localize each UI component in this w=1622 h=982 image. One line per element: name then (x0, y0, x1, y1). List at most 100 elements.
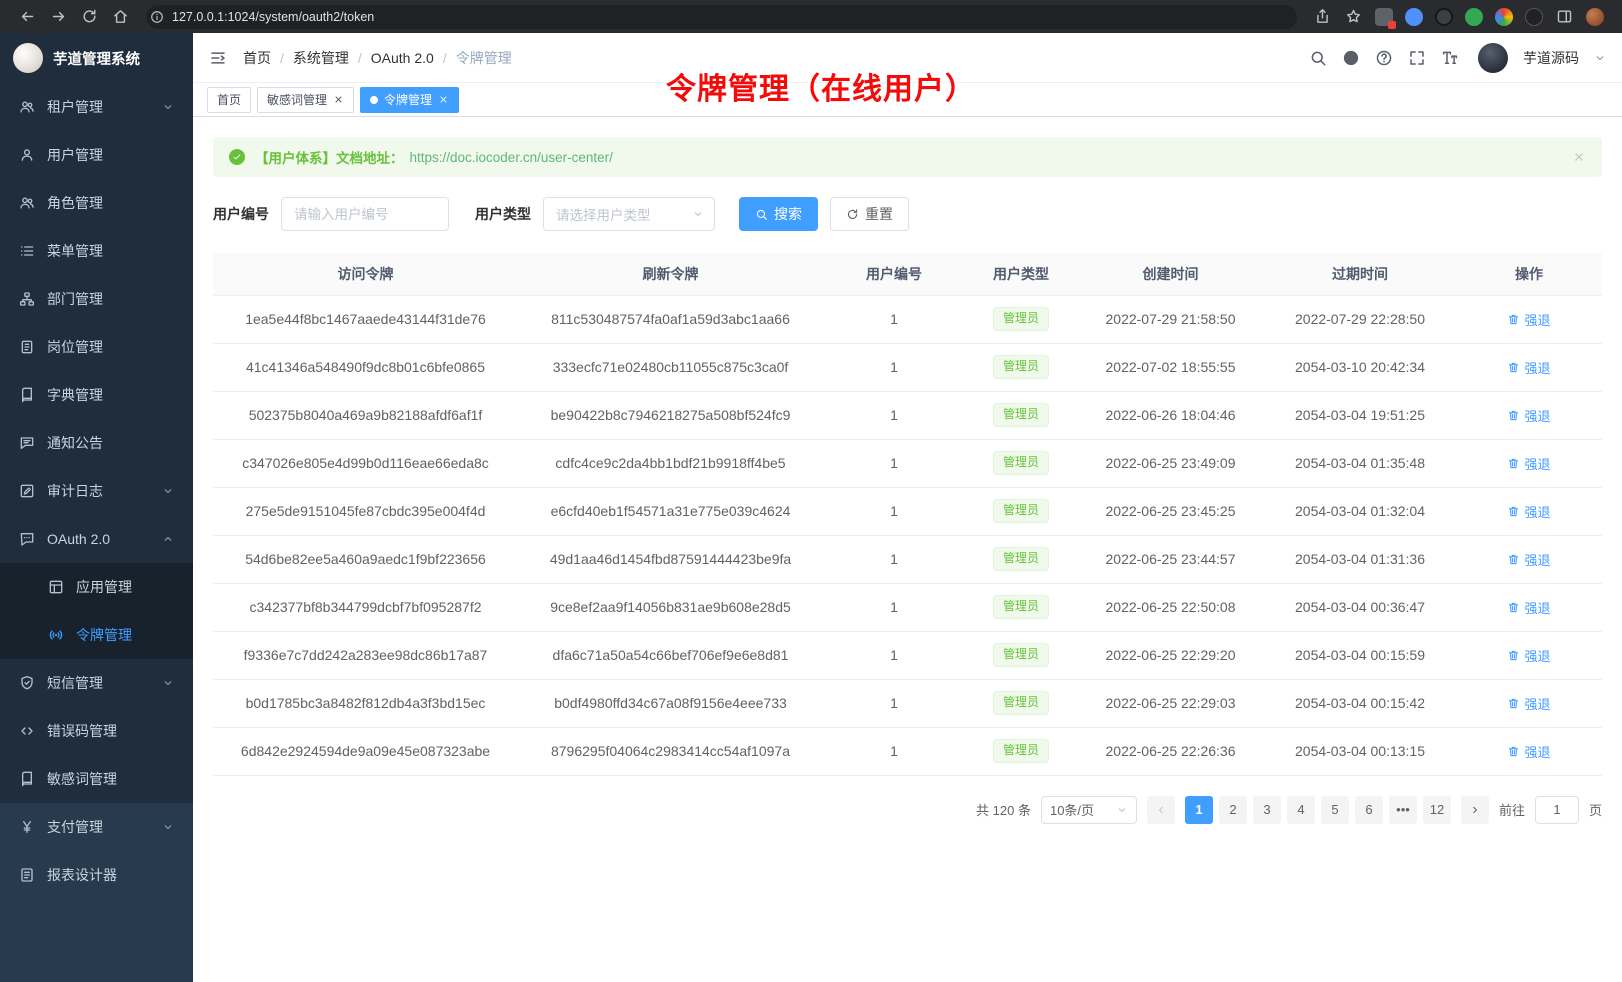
sidebar-item[interactable]: OAuth 2.0 (0, 515, 193, 563)
extension-green-icon[interactable] (1465, 8, 1483, 26)
create-time-cell: 2022-06-26 18:04:46 (1077, 391, 1264, 439)
sidebar-item-label: 短信管理 (47, 673, 150, 693)
alert-close-icon[interactable] (1572, 150, 1586, 164)
sidebar-item-label: 报表设计器 (47, 865, 174, 885)
user-id-input[interactable] (281, 197, 449, 231)
page-ellipsis[interactable]: ••• (1389, 796, 1417, 824)
user-type-cell: 管理员 (965, 487, 1077, 535)
reset-button[interactable]: 重置 (830, 197, 909, 231)
address-bar[interactable]: 127.0.0.1:1024/system/oauth2/token (146, 5, 1297, 29)
bookmark-star-icon[interactable] (1345, 8, 1362, 25)
breadcrumb-oauth[interactable]: OAuth 2.0 (371, 50, 456, 66)
force-logout-button[interactable]: 强退 (1507, 694, 1550, 713)
tab[interactable]: 令牌管理 (360, 87, 459, 113)
page-button[interactable]: 12 (1423, 796, 1451, 824)
tab[interactable]: 首页 (207, 87, 251, 113)
user-avatar[interactable] (1478, 43, 1508, 73)
sidebar-item-label: 通知公告 (47, 433, 174, 453)
role-icon (19, 195, 35, 211)
force-logout-button[interactable]: 强退 (1507, 502, 1550, 521)
share-icon[interactable] (1314, 8, 1331, 25)
user-type-cell: 管理员 (965, 631, 1077, 679)
extension-badge-icon[interactable] (1375, 8, 1393, 26)
close-icon[interactable] (333, 94, 344, 105)
browser-chrome: 127.0.0.1:1024/system/oauth2/token (0, 0, 1622, 33)
page-size-select[interactable]: 10条/页 (1041, 796, 1137, 824)
github-icon[interactable] (1342, 49, 1360, 67)
force-logout-button[interactable]: 强退 (1507, 742, 1550, 761)
breadcrumb-system[interactable]: 系统管理 (293, 48, 371, 68)
sidebar-item[interactable]: 部门管理 (0, 275, 193, 323)
sidebar-item[interactable]: 支付管理 (0, 803, 193, 851)
user-menu-caret-icon[interactable] (1594, 52, 1606, 64)
doc-link[interactable]: https://doc.iocoder.cn/user-center/ (410, 150, 613, 165)
sidebar-item[interactable]: 字典管理 (0, 371, 193, 419)
forward-icon[interactable] (50, 8, 67, 25)
user-id-cell: 1 (823, 343, 965, 391)
user-type-select[interactable]: 请选择用户类型 (543, 197, 715, 231)
user-type-badge: 管理员 (993, 307, 1049, 331)
font-size-icon[interactable] (1441, 49, 1459, 67)
sidebar-item[interactable]: 岗位管理 (0, 323, 193, 371)
force-logout-button[interactable]: 强退 (1507, 646, 1550, 665)
tab[interactable]: 敏感词管理 (257, 87, 354, 113)
extension-paw-icon[interactable] (1525, 8, 1543, 26)
force-logout-button[interactable]: 强退 (1507, 358, 1550, 377)
sidebar-item[interactable]: 敏感词管理 (0, 755, 193, 803)
app-window: 芋道管理系统 租户管理 用户管理 角色管理 菜单管理 部门管理 岗位管理 字典管… (0, 33, 1622, 982)
next-page-button[interactable] (1461, 796, 1489, 824)
app-logo[interactable]: 芋道管理系统 (0, 33, 193, 83)
force-logout-button[interactable]: 强退 (1507, 454, 1550, 473)
prev-page-button[interactable] (1147, 796, 1175, 824)
page-button[interactable]: 5 (1321, 796, 1349, 824)
extension-colorful-icon[interactable] (1495, 8, 1513, 26)
sidebar-item[interactable]: 角色管理 (0, 179, 193, 227)
user-id-label: 用户编号 (213, 204, 269, 224)
page-button[interactable]: 4 (1287, 796, 1315, 824)
browser-profile-avatar[interactable] (1586, 8, 1604, 26)
extension-dark-icon[interactable] (1435, 8, 1453, 26)
side-panel-icon[interactable] (1556, 8, 1573, 25)
sidebar-item[interactable]: 菜单管理 (0, 227, 193, 275)
search-icon[interactable] (1309, 49, 1327, 67)
refresh-token-cell: cdfc4ce9c2da4bb1bdf21b9918ff4be5 (518, 439, 823, 487)
back-icon[interactable] (19, 8, 36, 25)
reset-button-label: 重置 (865, 204, 893, 224)
username[interactable]: 芋道源码 (1523, 48, 1579, 68)
extension-blue-icon[interactable] (1405, 8, 1423, 26)
force-logout-button[interactable]: 强退 (1507, 310, 1550, 329)
col-actions: 操作 (1456, 253, 1602, 295)
col-refresh-token: 刷新令牌 (518, 253, 823, 295)
create-time-cell: 2022-06-25 22:29:03 (1077, 679, 1264, 727)
site-info-icon[interactable] (150, 10, 164, 24)
reload-icon[interactable] (81, 8, 98, 25)
home-icon[interactable] (112, 8, 129, 25)
page-button[interactable]: 1 (1185, 796, 1213, 824)
force-logout-button[interactable]: 强退 (1507, 550, 1550, 569)
page-button[interactable]: 6 (1355, 796, 1383, 824)
sidebar-item[interactable]: 审计日志 (0, 467, 193, 515)
search-button[interactable]: 搜索 (739, 197, 818, 231)
page-button[interactable]: 2 (1219, 796, 1247, 824)
close-icon[interactable] (438, 94, 449, 105)
action-cell: 强退 (1456, 535, 1602, 583)
sidebar-item[interactable]: 用户管理 (0, 131, 193, 179)
sidebar-item[interactable]: 通知公告 (0, 419, 193, 467)
sidebar-fold-icon[interactable] (209, 49, 227, 67)
sidebar-item[interactable]: 令牌管理 (0, 611, 193, 659)
sidebar-item[interactable]: 短信管理 (0, 659, 193, 707)
sidebar-item[interactable]: 错误码管理 (0, 707, 193, 755)
breadcrumb-home[interactable]: 首页 (243, 48, 293, 68)
table-row: 502375b8040a469a9b82188afdf6af1f be90422… (213, 391, 1602, 439)
force-logout-button[interactable]: 强退 (1507, 598, 1550, 617)
sidebar-item[interactable]: 报表设计器 (0, 851, 193, 899)
force-logout-button[interactable]: 强退 (1507, 406, 1550, 425)
goto-page-input[interactable] (1535, 796, 1579, 824)
force-logout-label: 强退 (1524, 502, 1550, 521)
dictionary-icon (19, 387, 35, 403)
fullscreen-icon[interactable] (1408, 49, 1426, 67)
help-icon[interactable] (1375, 49, 1393, 67)
sidebar-item[interactable]: 租户管理 (0, 83, 193, 131)
page-button[interactable]: 3 (1253, 796, 1281, 824)
sidebar-item[interactable]: 应用管理 (0, 563, 193, 611)
